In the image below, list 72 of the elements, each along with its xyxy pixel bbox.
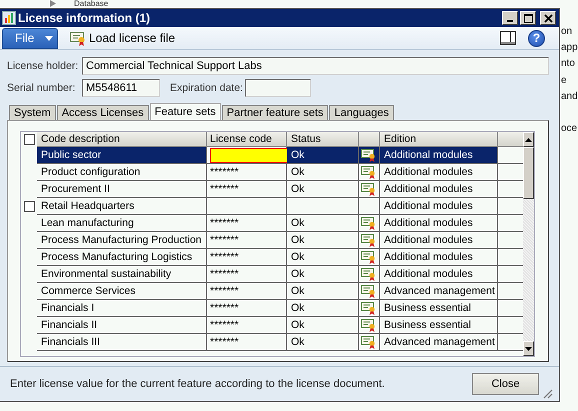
- table-cell: Ok: [287, 215, 359, 232]
- field-label: Serial number:: [7, 82, 76, 94]
- background-text: and: [561, 91, 578, 102]
- table-cell: Additional modules: [380, 215, 498, 232]
- background-title: Database: [74, 0, 108, 8]
- table-cell: Additional modules: [380, 147, 498, 164]
- table-cell[interactable]: Lean manufacturing: [37, 215, 207, 232]
- table-cell: *******: [207, 334, 287, 351]
- tab[interactable]: Languages: [329, 105, 394, 120]
- tab[interactable]: Access Licenses: [56, 105, 149, 120]
- tab[interactable]: System: [9, 105, 56, 120]
- status-message: Enter license value for the current feature according to the license document.: [10, 378, 385, 390]
- help-button[interactable]: ?: [528, 30, 545, 46]
- column-header[interactable]: Code description: [37, 132, 207, 147]
- table-cell: *******: [207, 317, 287, 334]
- table-cell[interactable]: Procurement II: [37, 181, 207, 198]
- background-text: on: [561, 26, 572, 37]
- table-cell: Ok: [287, 181, 359, 198]
- table-cell: Ok: [287, 266, 359, 283]
- table-cell[interactable]: Public sector: [37, 147, 207, 164]
- table-cell[interactable]: Product configuration: [37, 164, 207, 181]
- table-cell: Advanced management: [380, 334, 498, 351]
- table-cell: *******: [207, 164, 287, 181]
- table-cell: Ok: [287, 317, 359, 334]
- license-holder-field[interactable]: Commercial Technical Support Labs: [82, 57, 549, 75]
- table-cell[interactable]: Financials III: [37, 334, 207, 351]
- tab[interactable]: Feature sets: [150, 103, 221, 120]
- background-text: app: [561, 42, 578, 53]
- table-cell: *******: [207, 249, 287, 266]
- column-header[interactable]: Edition: [380, 132, 498, 147]
- table-cell: Ok: [287, 283, 359, 300]
- table-cell: Additional modules: [380, 266, 498, 283]
- window-title: License information (1): [18, 11, 150, 25]
- table-cell: Ok: [287, 334, 359, 351]
- table-cell: Advanced management: [380, 283, 498, 300]
- table-cell[interactable]: Financials I: [37, 300, 207, 317]
- background-text: oce: [561, 123, 578, 134]
- table-cell: Ok: [287, 164, 359, 181]
- table-cell: Additional modules: [380, 232, 498, 249]
- table-cell: Additional modules: [380, 164, 498, 181]
- tab[interactable]: Partner feature sets: [222, 105, 328, 120]
- table-cell[interactable]: Process Manufacturing Production: [37, 232, 207, 249]
- table-cell: Business essential: [380, 317, 498, 334]
- table-cell[interactable]: Environmental sustainability: [37, 266, 207, 283]
- table-cell: *******: [207, 232, 287, 249]
- field-label: Expiration date:: [170, 82, 244, 94]
- table-cell[interactable]: Commerce Services: [37, 283, 207, 300]
- background-text: e: [561, 75, 567, 86]
- table-cell: Business essential: [380, 300, 498, 317]
- table-cell: Additional modules: [380, 198, 498, 215]
- column-header[interactable]: License code: [207, 132, 287, 147]
- table-cell[interactable]: Retail Headquarters: [37, 198, 207, 215]
- table-cell: Ok: [287, 300, 359, 317]
- table-cell: Additional modules: [380, 181, 498, 198]
- table-cell: Ok: [287, 249, 359, 266]
- table-cell: Ok: [287, 147, 359, 164]
- serial-number-field[interactable]: M5548611: [82, 79, 160, 97]
- table-cell: Additional modules: [380, 249, 498, 266]
- table-cell: *******: [207, 181, 287, 198]
- table-cell[interactable]: Financials II: [37, 317, 207, 334]
- column-header[interactable]: Status: [287, 132, 359, 147]
- table-cell: *******: [207, 283, 287, 300]
- background-text: nto: [561, 58, 575, 69]
- table-cell: *******: [207, 300, 287, 317]
- field-label: License holder:: [7, 60, 80, 72]
- load-license-file-button[interactable]: Load license file: [70, 30, 176, 46]
- file-menu-button[interactable]: File: [2, 28, 58, 48]
- table-cell[interactable]: Process Manufacturing Logistics: [37, 249, 207, 266]
- table-cell: *******: [207, 215, 287, 232]
- table-cell: Ok: [287, 232, 359, 249]
- table-cell: *******: [207, 266, 287, 283]
- close-dialog-button[interactable]: Close: [472, 373, 539, 395]
